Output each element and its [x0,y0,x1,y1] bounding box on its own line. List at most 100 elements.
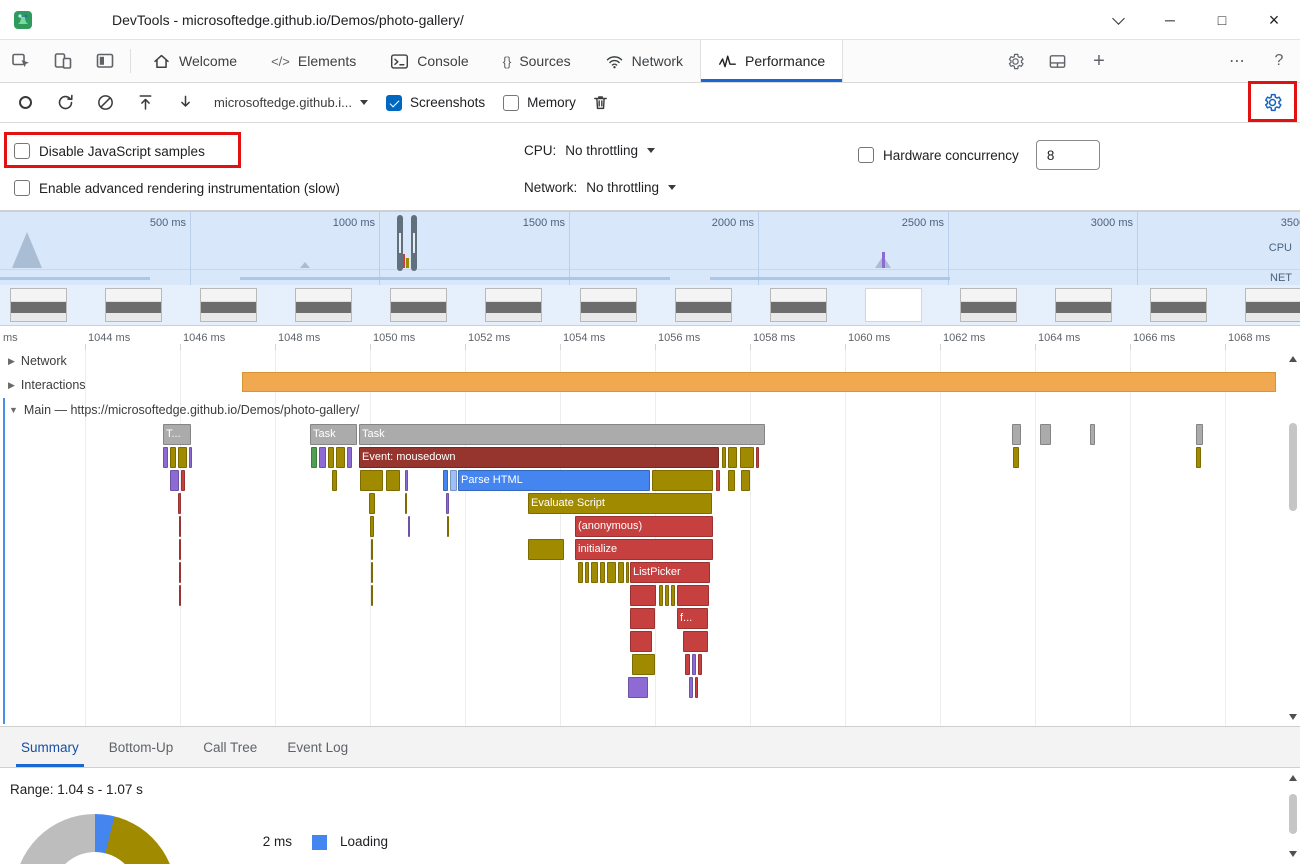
flame-bar[interactable]: T... [163,424,191,445]
flame-bar[interactable] [328,447,334,468]
flame-bar[interactable] [628,677,648,698]
flame-bar[interactable] [600,562,605,583]
flame-bar[interactable]: Evaluate Script [528,493,712,514]
inspect-element-button[interactable] [0,40,42,82]
screenshot-thumbnail[interactable] [390,288,447,322]
flame-bar[interactable] [528,539,564,560]
disable-js-samples-option[interactable]: Disable JavaScript samples [14,143,205,159]
flame-bar[interactable] [447,516,449,537]
memory-checkbox[interactable] [503,95,519,111]
scroll-down-icon[interactable] [1289,851,1297,857]
screenshot-thumbnail[interactable] [485,288,542,322]
clear-button[interactable] [90,88,120,118]
flame-bar[interactable] [179,516,181,537]
flame-bar[interactable] [728,470,735,491]
screenshots-option[interactable]: Screenshots [386,95,485,111]
flame-bar[interactable] [591,562,598,583]
flame-bar[interactable] [689,677,693,698]
screenshot-thumbnail[interactable] [580,288,637,322]
record-button[interactable] [10,88,40,118]
flame-bar[interactable] [450,470,457,491]
network-throttling-select[interactable]: No throttling [586,180,676,195]
flame-bar[interactable] [630,631,652,652]
screenshot-thumbnail[interactable] [770,288,827,322]
screenshot-thumbnail[interactable] [960,288,1017,322]
flame-bar[interactable] [741,470,750,491]
screenshot-thumbnail[interactable] [105,288,162,322]
maximize-button[interactable]: □ [1196,0,1248,40]
scroll-up-icon[interactable] [1289,356,1297,362]
flame-bar[interactable] [336,447,345,468]
flame-bar[interactable] [370,516,374,537]
cpu-throttling-select[interactable]: No throttling [565,143,655,158]
tab-call-tree[interactable]: Call Tree [188,727,272,767]
flame-bar[interactable] [630,585,656,606]
flame-bar[interactable] [179,539,181,560]
flame-bar[interactable]: Task [310,424,357,445]
interaction-span[interactable] [242,372,1276,392]
track-main[interactable]: ▼ Main — https://microsoftedge.github.io… [9,403,360,417]
tab-bottom-up[interactable]: Bottom-Up [94,727,189,767]
track-interactions[interactable]: ▶ Interactions [8,378,86,392]
help-button[interactable]: ? [1258,40,1300,82]
flame-bar[interactable] [170,447,176,468]
flame-bar[interactable] [618,562,624,583]
flame-bar[interactable] [578,562,583,583]
history-select[interactable]: microsoftedge.github.i... [214,95,368,110]
flame-bar[interactable] [178,493,181,514]
flame-bar[interactable] [1040,424,1051,445]
tab-summary[interactable]: Summary [6,727,94,767]
more-options-button[interactable]: ⋯ [1216,40,1258,82]
scroll-down-icon[interactable] [1289,714,1297,720]
selection-handle-right[interactable] [411,215,417,271]
flame-bar[interactable] [371,562,373,583]
summary-scrollbar[interactable] [1285,770,1300,862]
flame-bar[interactable] [1090,424,1095,445]
flame-bar[interactable] [607,562,616,583]
flame-bar[interactable]: f... [677,608,708,629]
flame-bar[interactable] [170,470,179,491]
flame-bar[interactable] [371,539,373,560]
tab-welcome[interactable]: Welcome [135,40,254,82]
advanced-rendering-checkbox[interactable] [14,180,30,196]
dock-layout-button[interactable] [1036,40,1078,82]
load-profile-button[interactable] [130,88,160,118]
flame-bar[interactable] [740,447,754,468]
tab-performance[interactable]: Performance [700,40,843,82]
screenshot-thumbnail[interactable] [1150,288,1207,322]
flame-bar[interactable] [369,493,375,514]
flame-bar[interactable]: ListPicker [630,562,710,583]
selection-handle-left[interactable] [397,215,403,271]
capture-settings-button[interactable] [1254,86,1290,120]
close-button[interactable]: × [1248,0,1300,40]
device-emulation-button[interactable] [42,40,84,82]
flame-bar[interactable] [1013,447,1019,468]
titlebar-dropdown-button[interactable] [1092,0,1144,40]
flame-bar[interactable] [347,447,352,468]
flame-bar[interactable] [1196,424,1203,445]
minimize-button[interactable]: ─ [1144,0,1196,40]
flame-bar[interactable] [1012,424,1021,445]
flame-bar[interactable] [677,585,709,606]
flame-bar[interactable] [360,470,383,491]
flame-bar[interactable] [695,677,698,698]
flame-bar[interactable] [179,585,181,606]
screenshot-thumbnail[interactable] [10,288,67,322]
flame-bar[interactable] [685,654,690,675]
flame-bar[interactable] [332,470,337,491]
reload-and-record-button[interactable] [50,88,80,118]
track-network[interactable]: ▶ Network [8,354,67,368]
flame-bar[interactable] [728,447,737,468]
flame-bar[interactable] [692,654,696,675]
flame-bar[interactable] [319,447,326,468]
flame-bar[interactable] [405,493,407,514]
tab-sources[interactable]: {} Sources [486,40,588,82]
flame-bar[interactable] [443,470,448,491]
flame-bar[interactable]: (anonymous) [575,516,713,537]
flame-bar[interactable] [683,631,708,652]
flame-bar[interactable] [1196,447,1201,468]
flame-bar[interactable] [585,562,589,583]
flame-bar[interactable] [722,447,726,468]
save-profile-button[interactable] [170,88,200,118]
tab-elements[interactable]: </> Elements [254,40,373,82]
